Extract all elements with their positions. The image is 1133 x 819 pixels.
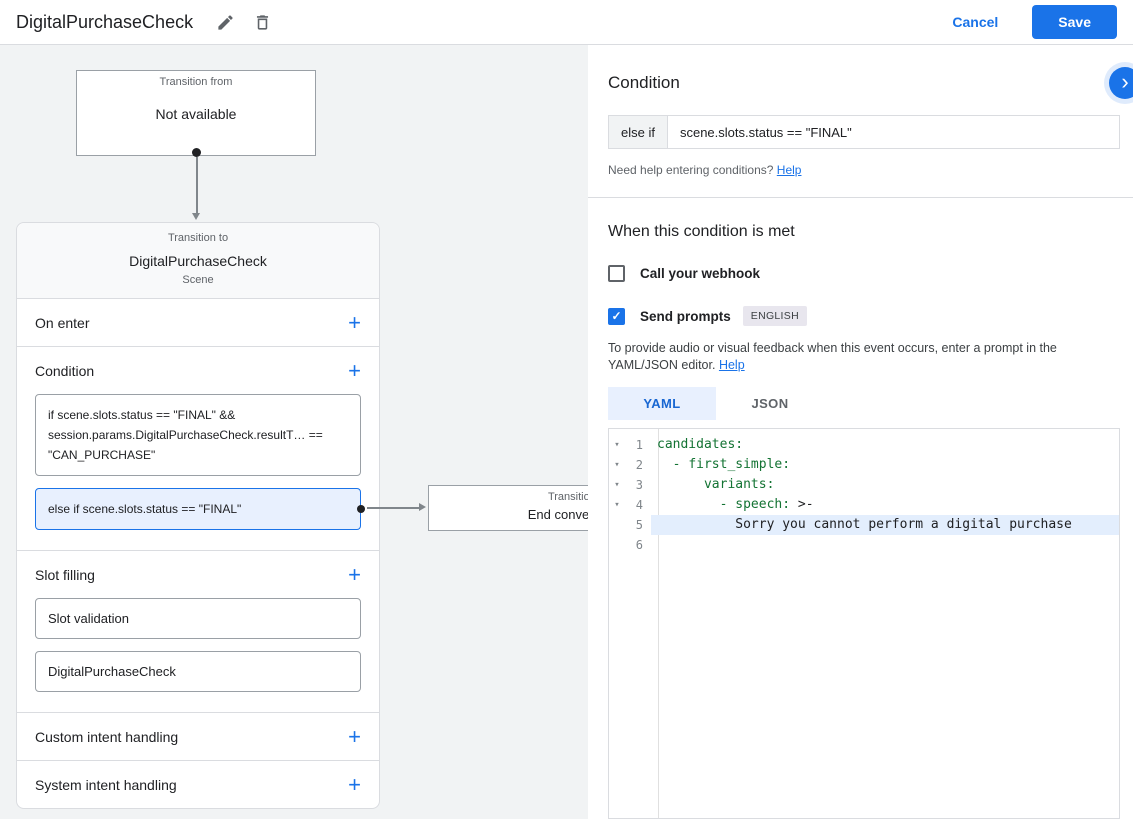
- on-enter-row: On enter +: [17, 299, 379, 346]
- code-text: Sorry you cannot perform a digital purch…: [651, 515, 1119, 535]
- chevron-right-icon: ›: [1121, 68, 1129, 94]
- slot-validation-box[interactable]: Slot validation: [35, 598, 361, 639]
- transition-from-node[interactable]: Transition from Not available: [76, 70, 316, 156]
- on-enter-label: On enter: [35, 314, 90, 331]
- tab-yaml[interactable]: YAML: [608, 387, 716, 420]
- condition-box-if[interactable]: if scene.slots.status == "FINAL" && sess…: [35, 394, 361, 476]
- code-line[interactable]: 6: [609, 535, 1119, 555]
- custom-intent-row: Custom intent handling +: [17, 713, 379, 760]
- system-intent-label: System intent handling: [35, 776, 177, 793]
- arrow-down-icon: [192, 213, 200, 220]
- line-number: 3: [635, 478, 643, 492]
- condition-help-link[interactable]: Help: [777, 163, 802, 177]
- code-text: - speech: >-: [657, 497, 814, 512]
- scene-card: Transition to DigitalPurchaseCheck Scene…: [16, 222, 380, 809]
- condition-met-heading: When this condition is met: [608, 223, 795, 240]
- condition-expression-input[interactable]: scene.slots.status == "FINAL": [667, 115, 1120, 149]
- collapse-panel-button[interactable]: ›: [1109, 67, 1133, 99]
- condition-help-line: Need help entering conditions? Help: [608, 163, 1120, 177]
- custom-intent-label: Custom intent handling: [35, 728, 179, 745]
- add-on-enter-button[interactable]: +: [348, 312, 361, 334]
- transition-to-label: Transition to: [167, 232, 229, 244]
- add-system-intent-button[interactable]: +: [348, 774, 361, 796]
- send-prompts-label: Send prompts: [640, 308, 731, 324]
- fold-toggle-icon[interactable]: ▾: [609, 495, 625, 515]
- page-title: DigitalPurchaseCheck: [16, 11, 194, 32]
- fold-toggle-icon[interactable]: ▾: [609, 435, 625, 455]
- edit-title-button[interactable]: [211, 8, 240, 37]
- line-number: 4: [635, 498, 643, 512]
- webhook-label: Call your webhook: [640, 266, 761, 281]
- panel-title: Condition: [608, 73, 680, 92]
- slot-filling-row: Slot filling +: [17, 551, 379, 598]
- code-line[interactable]: ▾ 3 variants:: [609, 475, 1119, 495]
- flow-canvas: Transition from Not available Transition…: [0, 45, 728, 819]
- line-number: 2: [635, 458, 643, 472]
- prompt-hint: To provide audio or visual feedback when…: [608, 340, 1113, 374]
- condition-type-chip[interactable]: else if: [608, 115, 668, 149]
- fold-toggle-icon[interactable]: ▾: [609, 455, 625, 475]
- code-text: candidates:: [657, 437, 744, 452]
- line-number: 5: [635, 518, 643, 532]
- condition-box-else-if[interactable]: else if scene.slots.status == "FINAL": [35, 488, 361, 530]
- transition-edge-line: [367, 507, 421, 509]
- prompt-help-link[interactable]: Help: [719, 358, 745, 372]
- tab-json[interactable]: JSON: [716, 387, 824, 420]
- delete-scene-button[interactable]: [248, 8, 277, 37]
- condition-editor-panel: › Condition else if scene.slots.status =…: [588, 45, 1133, 819]
- send-prompts-checkbox[interactable]: ✓: [608, 307, 625, 325]
- webhook-checkbox[interactable]: [608, 265, 625, 282]
- add-condition-button[interactable]: +: [348, 360, 361, 382]
- transition-from-value: Not available: [155, 106, 237, 122]
- condition-help-text: Need help entering conditions?: [608, 163, 774, 177]
- top-bar: DigitalPurchaseCheck Cancel Save: [0, 0, 1133, 45]
- code-line[interactable]: ▾ 2 - first_simple:: [609, 455, 1119, 475]
- add-slot-button[interactable]: +: [348, 564, 361, 586]
- add-custom-intent-button[interactable]: +: [348, 726, 361, 748]
- condition-section-label: Condition: [35, 362, 95, 379]
- check-icon: ✓: [611, 309, 622, 323]
- save-button[interactable]: Save: [1032, 5, 1117, 39]
- slot-digitalpurchasecheck-box[interactable]: DigitalPurchaseCheck: [35, 651, 361, 692]
- code-line[interactable]: ▾ 1 candidates:: [609, 435, 1119, 455]
- code-line[interactable]: 5 Sorry you cannot perform a digital pur…: [609, 515, 1119, 535]
- language-badge: ENGLISH: [742, 306, 807, 326]
- webhook-row: Call your webhook: [608, 265, 1120, 282]
- code-line[interactable]: ▾ 4 - speech: >-: [609, 495, 1119, 515]
- panel-divider: [588, 197, 1133, 198]
- line-number: 1: [635, 438, 643, 452]
- code-editor[interactable]: ▾ 1 candidates: ▾ 2 - first_simple: ▾ 3 varian…: [608, 428, 1120, 819]
- transition-from-label: Transition from: [159, 76, 233, 88]
- connector-line: [196, 157, 198, 213]
- code-text: - first_simple:: [657, 457, 791, 472]
- condition-expression-row: else if scene.slots.status == "FINAL": [608, 115, 1120, 149]
- fold-toggle-icon[interactable]: ▾: [609, 475, 625, 495]
- arrow-right-icon: [419, 503, 426, 511]
- code-text: variants:: [657, 477, 775, 492]
- condition-section-row: Condition +: [17, 347, 379, 394]
- connector-dot: [192, 148, 201, 157]
- system-intent-row: System intent handling +: [17, 761, 379, 808]
- send-prompts-row: ✓ Send prompts ENGLISH: [608, 306, 1120, 326]
- prompt-hint-text: To provide audio or visual feedback when…: [608, 341, 1057, 372]
- cancel-button[interactable]: Cancel: [946, 13, 1004, 31]
- trash-icon: [257, 14, 269, 30]
- scene-type-label: Scene: [182, 274, 214, 286]
- scene-card-header: Transition to DigitalPurchaseCheck Scene: [17, 223, 379, 299]
- line-number: 6: [635, 538, 643, 552]
- slot-filling-label: Slot filling: [35, 566, 95, 583]
- pencil-icon: [218, 14, 233, 30]
- code-lines: ▾ 1 candidates: ▾ 2 - first_simple: ▾ 3 varian…: [609, 429, 1119, 555]
- editor-tabs: YAML JSON: [608, 387, 1120, 420]
- scene-name: DigitalPurchaseCheck: [129, 253, 267, 269]
